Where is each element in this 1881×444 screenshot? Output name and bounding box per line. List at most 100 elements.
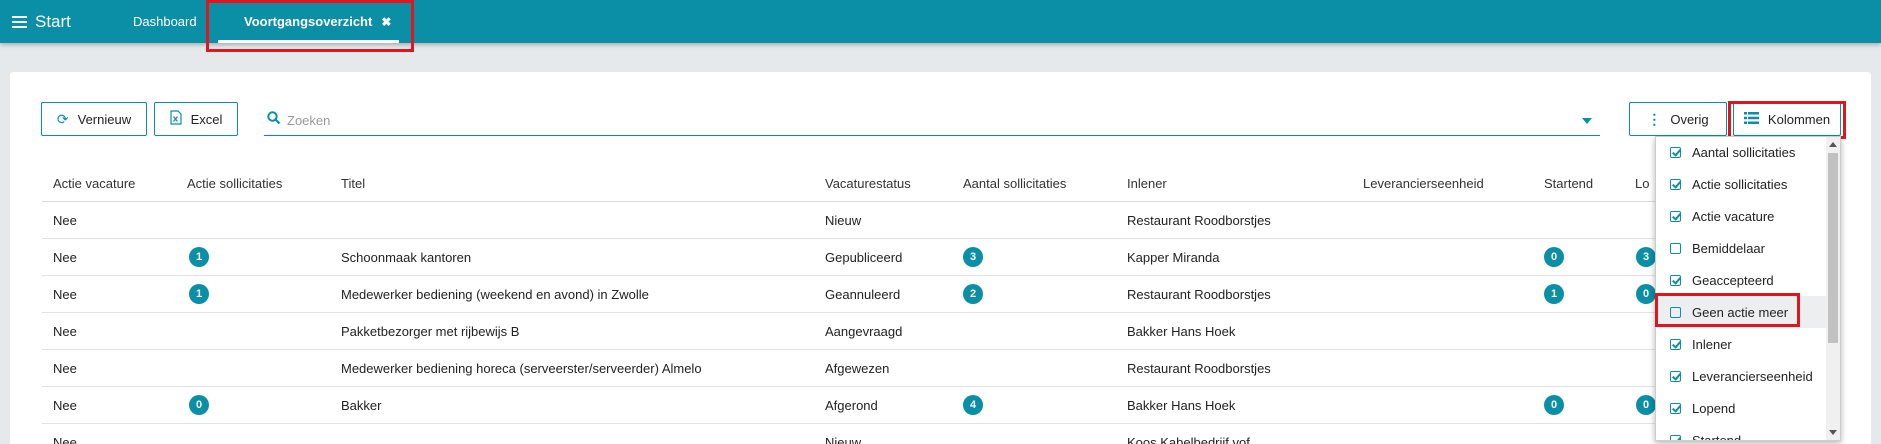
cell-status: Nieuw: [825, 213, 862, 228]
search-dropdown-caret-icon[interactable]: [1582, 118, 1592, 124]
cell-inlener: Restaurant Roodborstjes: [1127, 361, 1271, 376]
start-menu-button[interactable]: Start: [12, 0, 71, 43]
tab-voortgangsoverzicht[interactable]: Voortgangsoverzicht ✖: [218, 0, 400, 43]
col-header-actie-sollicitaties[interactable]: Actie sollicitaties: [187, 176, 282, 191]
excel-label: Excel: [190, 111, 223, 127]
cell-status: Aangevraagd: [825, 324, 903, 339]
column-option-label: Lopend: [1692, 400, 1736, 416]
column-option-inlener[interactable]: Inlener: [1656, 328, 1826, 360]
cell-actie-vacature: Nee: [53, 361, 77, 376]
excel-button[interactable]: Excel: [154, 102, 238, 136]
table-row[interactable]: Nee 1 Medewerker bediening (weekend en avo…: [42, 276, 1662, 313]
column-option-label: Leverancierseenheid: [1692, 368, 1813, 384]
cell-actie-vacature: Nee: [53, 324, 77, 339]
more-vertical-icon: ⋮: [1647, 110, 1662, 127]
column-option-lopend[interactable]: Lopend: [1656, 392, 1826, 424]
checkbox-icon[interactable]: [1670, 210, 1681, 222]
column-option-label: Bemiddelaar: [1692, 240, 1765, 256]
cell-inlener: Restaurant Roodborstjes: [1127, 213, 1271, 228]
refresh-label: Vernieuw: [77, 111, 132, 127]
cell-titel: Medewerker bediening (weekend en avond) …: [341, 287, 649, 302]
hamburger-menu-icon: [12, 15, 27, 28]
cell-inlener: Restaurant Roodborstjes: [1127, 287, 1271, 302]
cell-actie-vacature: Nee: [53, 287, 77, 302]
col-header-actie-vacature[interactable]: Actie vacature: [53, 176, 135, 191]
scroll-down-arrow-icon[interactable]: [1829, 430, 1837, 435]
count-badge-startend: 0: [1544, 395, 1564, 415]
cell-status: Afgerond: [825, 398, 878, 413]
checkbox-icon[interactable]: [1670, 178, 1681, 190]
checkbox-icon[interactable]: [1670, 242, 1681, 254]
cell-inlener: Kapper Miranda: [1127, 250, 1220, 265]
kolommen-label: Kolommen: [1767, 111, 1831, 127]
checkbox-icon[interactable]: [1670, 274, 1681, 286]
count-badge-lopend: 0: [1636, 284, 1656, 304]
column-option-label: Aantal sollicitaties: [1692, 144, 1796, 160]
scroll-up-arrow-icon[interactable]: [1829, 142, 1837, 147]
count-badge-startend: 0: [1544, 247, 1564, 267]
cell-titel: Medewerker bediening horeca (serveerster…: [341, 361, 702, 376]
close-tab-icon[interactable]: ✖: [381, 15, 391, 29]
count-badge-actie-sollicitaties: 1: [189, 284, 209, 304]
table-row[interactable]: Nee Medewerker bediening horeca (serveers…: [42, 350, 1662, 387]
columns-list-icon: [1743, 111, 1759, 127]
cell-actie-vacature: Nee: [53, 213, 77, 228]
checkbox-icon[interactable]: [1670, 434, 1681, 440]
column-option-bemiddelaar[interactable]: Bemiddelaar: [1656, 232, 1826, 264]
column-option-geen-actie-meer[interactable]: Geen actie meer: [1656, 296, 1826, 328]
refresh-button[interactable]: ⟳ Vernieuw: [41, 102, 147, 136]
cell-inlener: Koos Kabelbedrijf vof: [1127, 435, 1250, 444]
checkbox-icon[interactable]: [1670, 338, 1681, 350]
overig-button[interactable]: ⋮ Overig: [1629, 102, 1727, 136]
count-badge-actie-sollicitaties: 1: [189, 247, 209, 267]
column-option-label: Startend: [1692, 432, 1742, 441]
column-option-geaccepteerd[interactable]: Geaccepteerd: [1656, 264, 1826, 296]
col-header-inlener[interactable]: Inlener: [1127, 176, 1167, 191]
count-badge-startend: 1: [1544, 284, 1564, 304]
table-row[interactable]: Nee Nieuw Restaurant Roodborstjes: [42, 202, 1662, 239]
search-input[interactable]: [287, 113, 1537, 128]
search-bar: [264, 106, 1600, 136]
table-row[interactable]: Nee 0 Bakker Afgerond 4 Bakker Hans Hoek 0 0: [42, 387, 1662, 424]
columns-dropdown-menu: Aantal sollicitaties Actie sollicitaties A…: [1655, 136, 1841, 441]
count-badge-aantal: 4: [963, 395, 983, 415]
kolommen-button[interactable]: Kolommen: [1733, 102, 1841, 136]
count-badge-aantal: 2: [963, 284, 983, 304]
col-header-vacaturestatus[interactable]: Vacaturestatus: [825, 176, 911, 191]
table-row[interactable]: Nee 1 Schoonmaak kantoren Gepubliceerd 3 Kapp…: [42, 239, 1662, 276]
dropdown-scrollbar[interactable]: [1826, 137, 1840, 440]
checkbox-icon[interactable]: [1670, 146, 1681, 158]
col-header-startend[interactable]: Startend: [1544, 176, 1593, 191]
cell-inlener: Bakker Hans Hoek: [1127, 398, 1236, 413]
column-option-startend[interactable]: Startend: [1656, 424, 1826, 441]
top-navigation-bar: Start Dashboard Voortgangsoverzicht ✖: [0, 0, 1881, 43]
checkbox-icon[interactable]: [1670, 370, 1681, 382]
refresh-icon: ⟳: [56, 110, 69, 127]
checkbox-icon[interactable]: [1670, 306, 1681, 318]
count-badge-lopend: 3: [1636, 247, 1656, 267]
cell-inlener: Bakker Hans Hoek: [1127, 324, 1236, 339]
col-header-leverancierseenheid[interactable]: Leverancierseenheid: [1363, 176, 1484, 191]
column-option-label: Geen actie meer: [1692, 304, 1789, 320]
excel-file-icon: [169, 110, 182, 128]
tab-voortgangsoverzicht-label: Voortgangsoverzicht: [244, 14, 373, 29]
table-row[interactable]: Nee Nieuw Koos Kabelbedrijf vof: [42, 424, 1662, 444]
col-header-titel[interactable]: Titel: [341, 176, 365, 191]
table-row[interactable]: Nee Pakketbezorger met rijbewijs B Aangevr…: [42, 313, 1662, 350]
column-option-actie-sollicitaties[interactable]: Actie sollicitaties: [1656, 168, 1826, 200]
column-option-actie-vacature[interactable]: Actie vacature: [1656, 200, 1826, 232]
cell-titel: Pakketbezorger met rijbewijs B: [341, 324, 520, 339]
col-header-aantal-sollicitaties[interactable]: Aantal sollicitaties: [963, 176, 1066, 191]
cell-actie-vacature: Nee: [53, 435, 77, 444]
col-header-lopend[interactable]: Lo: [1635, 176, 1649, 191]
checkbox-icon[interactable]: [1670, 402, 1681, 414]
overig-label: Overig: [1670, 111, 1709, 127]
column-option-aantal-sollicitaties[interactable]: Aantal sollicitaties: [1656, 137, 1826, 168]
column-option-label: Actie sollicitaties: [1692, 176, 1788, 192]
tab-dashboard[interactable]: Dashboard: [133, 0, 197, 43]
scrollbar-thumb[interactable]: [1828, 153, 1838, 343]
column-option-leverancierseenheid[interactable]: Leverancierseenheid: [1656, 360, 1826, 392]
column-option-label: Geaccepteerd: [1692, 272, 1774, 288]
count-badge-aantal: 3: [963, 247, 983, 267]
cell-status: Afgewezen: [825, 361, 890, 376]
